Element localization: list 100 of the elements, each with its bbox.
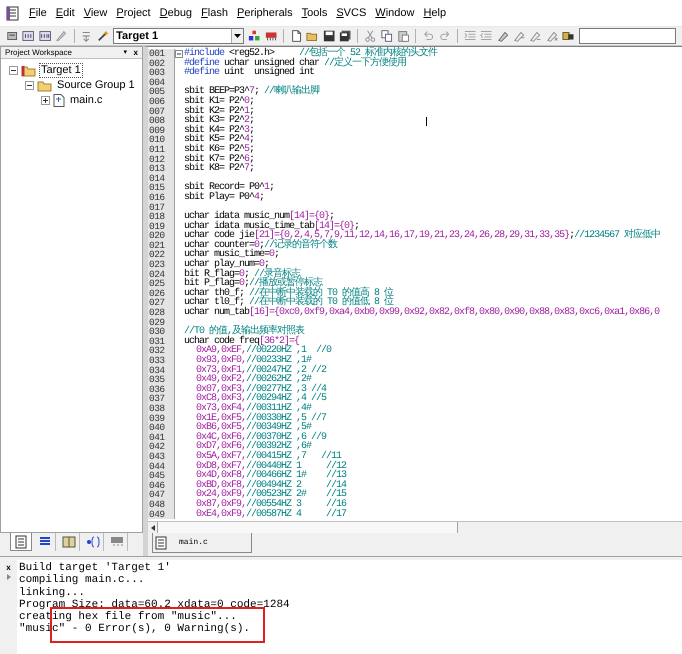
code-line: uchar num_tab[16]={0xc0,0xf9,0xa4,0xb0,0x99,0x92,0x82,0xf8,0x80,0x90,0x88,0x83,0xc6,0xa1,0x86,0 [184, 308, 660, 318]
menu-item[interactable]: Debug [160, 4, 192, 22]
line-number: 042 [148, 442, 175, 452]
line-number: 025 [148, 279, 175, 289]
code-line: uchar code freq[36*2]={ [184, 336, 300, 346]
line-number: 043 [148, 452, 175, 462]
menu-item[interactable]: File [29, 4, 47, 22]
find-field[interactable] [578, 28, 676, 44]
code-line: 0xC8,0xF3,//00294HZ ,4 //5 [196, 394, 326, 404]
files-icon [14, 534, 28, 548]
new-file-icon[interactable] [290, 29, 302, 43]
code-line: 0xA9,0xEF,//00220HZ ,1 //0 [196, 346, 332, 356]
line-number: 018 [148, 212, 175, 222]
pin-icon[interactable] [6, 574, 10, 580]
line-number: 003 [148, 68, 175, 78]
wand-icon[interactable] [96, 29, 110, 43]
copy-icon[interactable] [380, 29, 393, 43]
line-number: 004 [148, 78, 175, 88]
scrollbar-thumb[interactable] [158, 522, 458, 533]
line-number: 040 [148, 423, 175, 433]
line-number: 041 [148, 432, 175, 442]
code-line: 0x24,0xF9,//00523HZ 2# //15 [196, 490, 346, 500]
output-line: compiling main.c... [19, 574, 146, 587]
collapse-toggle-icon[interactable] [25, 81, 34, 90]
folder-icon [21, 64, 36, 76]
collapse-toggle-icon[interactable] [9, 66, 18, 75]
line-number: 006 [148, 96, 175, 107]
menu-item[interactable]: Tools [302, 4, 328, 22]
line-number: 034 [148, 366, 175, 376]
output-line: Program Size: data=60.2 xdata=0 code=1284 [19, 598, 290, 611]
tree-item[interactable]: Source Group 1 [55, 78, 137, 93]
menu-item[interactable]: Peripherals [236, 4, 293, 22]
code-line: #define uint unsigned int [184, 68, 314, 78]
file-icon [53, 94, 65, 107]
code-line: sbit K1= P2^0; [184, 96, 254, 107]
code-line: sbit Record= P0^1; [184, 183, 274, 193]
line-number: 007 [148, 106, 175, 116]
file-icon [155, 536, 167, 550]
options-icon[interactable] [248, 29, 261, 43]
line-number: 011 [148, 144, 175, 155]
code-line: 0xD7,0xF6,//00392HZ ,6# [196, 442, 312, 452]
code-line: 0xB6,0xF5,//00349HZ ,5# [196, 423, 312, 433]
expand-toggle-icon[interactable] [41, 96, 50, 105]
line-number: 021 [148, 240, 175, 250]
target-dropdown[interactable]: Target 1 [113, 28, 244, 44]
build-icon[interactable] [22, 29, 35, 43]
line-number: 039 [148, 414, 175, 424]
code-line: 0xE4,0xF9,//00587HZ 4 //17 [196, 510, 346, 520]
menu-item[interactable]: Window [375, 4, 414, 22]
code-line: uchar idata music_num[14]={0}; [184, 212, 334, 222]
folder-icon [37, 80, 52, 92]
save-icon[interactable] [322, 29, 335, 43]
output-line: linking... [19, 586, 86, 599]
panel-tab[interactable] [10, 533, 32, 551]
translate-icon[interactable] [6, 29, 18, 43]
menu-item[interactable]: View [84, 4, 108, 22]
functions-icon [86, 535, 100, 549]
menu-item[interactable]: SVCS [336, 4, 366, 22]
cut-icon[interactable] [364, 29, 377, 43]
line-number: 036 [148, 384, 175, 394]
paste-icon[interactable] [396, 29, 410, 43]
line-number: 005 [148, 87, 175, 97]
line-number: 033 [148, 356, 175, 366]
line-number: 030 [148, 327, 175, 337]
menu-item[interactable]: Edit [56, 4, 75, 22]
panel-title: Project Workspace [5, 48, 72, 58]
bookmark-next-icon[interactable] [513, 29, 526, 43]
bookmark-icon[interactable] [496, 29, 510, 43]
tree-item[interactable]: Target 1 [39, 63, 83, 78]
line-number: 002 [148, 58, 175, 68]
editor-tab[interactable]: main.c [152, 533, 252, 553]
code-line: 0x73,0xF4,//00311HZ ,4# [196, 404, 312, 414]
fold-toggle-icon[interactable] [175, 50, 183, 58]
horizontal-scrollbar[interactable] [148, 521, 682, 533]
text-cursor [426, 117, 427, 126]
find-icon[interactable] [562, 29, 575, 43]
tree-item[interactable]: main.c [68, 93, 104, 108]
close-button[interactable]: x [134, 48, 138, 58]
line-number: 026 [148, 288, 175, 298]
menu-item[interactable]: Flash [201, 4, 228, 22]
menu-item[interactable]: Help [423, 4, 446, 22]
line-number: 015 [148, 183, 175, 193]
line-number: 019 [148, 222, 175, 232]
save-all-icon[interactable] [338, 29, 352, 43]
line-number: 017 [148, 202, 175, 212]
close-button[interactable]: x [6, 563, 11, 572]
line-number: 046 [148, 480, 175, 490]
line-number: 045 [148, 471, 175, 481]
line-number: 023 [148, 260, 175, 270]
books-icon [62, 535, 76, 549]
code-line: //T0 的值,及输出频率对照表 [184, 327, 304, 337]
scroll-left-icon[interactable] [150, 524, 154, 530]
bookmark-prev-icon[interactable] [529, 29, 542, 43]
code-line: 0x5A,0xF7,//00415HZ ,7 //11 [196, 452, 342, 462]
caret-icon [234, 34, 242, 38]
code-line: 0x49,0xF2,//00262HZ ,2# [196, 375, 312, 385]
line-number: 031 [148, 336, 175, 346]
line-number: 047 [148, 490, 175, 500]
menu-item[interactable]: Project [116, 4, 151, 22]
rebuild-icon[interactable] [38, 29, 52, 43]
